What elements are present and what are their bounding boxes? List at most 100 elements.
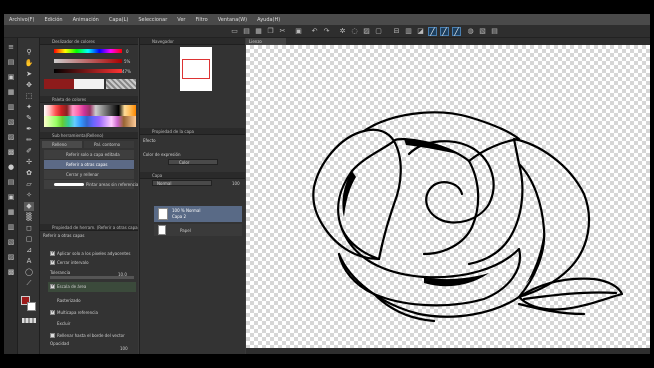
canvas-tab[interactable]: Lienzo — [246, 38, 286, 45]
checkbox-adjacent[interactable] — [50, 250, 55, 256]
property-icon[interactable]: ▩ — [6, 148, 16, 157]
info-icon[interactable]: ▧ — [6, 118, 16, 127]
decoration-icon[interactable]: ✿ — [24, 169, 34, 178]
ruler-tool-icon[interactable]: ⊿ — [24, 246, 34, 255]
current-color-box[interactable] — [44, 79, 74, 89]
snap-icon[interactable]: ⊟ — [392, 27, 401, 36]
checkbox-multilayer[interactable] — [50, 309, 55, 315]
sub-color-swatch[interactable] — [27, 302, 36, 311]
expression-color-select[interactable]: Color — [168, 159, 218, 165]
tab-outline[interactable]: Pal. contorno — [84, 141, 134, 148]
paint-icon[interactable]: ▧ — [478, 27, 487, 36]
checkbox-fill-vector[interactable] — [50, 333, 55, 338]
sub-tool-item[interactable]: Referir solo a capa editada — [44, 150, 134, 159]
rotate-icon[interactable]: ◌ — [350, 27, 359, 36]
eraser-icon[interactable]: ▱ — [24, 180, 34, 189]
search-layer-icon[interactable]: ▣ — [6, 193, 16, 202]
menu-edit[interactable]: Edición — [39, 17, 67, 23]
sub-view-icon[interactable]: ▩ — [6, 268, 16, 277]
history-icon[interactable]: ▨ — [6, 133, 16, 142]
blend-icon[interactable]: ✧ — [24, 191, 34, 200]
quick-access-icon[interactable]: ▤ — [6, 178, 16, 187]
navigator-view-frame[interactable] — [182, 59, 210, 79]
airbrush-icon[interactable]: ✢ — [24, 158, 34, 167]
color-swatches-row2[interactable] — [44, 116, 136, 127]
color-history-icon[interactable]: ▨ — [6, 253, 16, 262]
correct-line-icon[interactable]: ⟋ — [24, 279, 34, 288]
timeline-icon[interactable]: ▥ — [6, 223, 16, 232]
menu-view[interactable]: Ver — [172, 17, 190, 23]
eyedropper-icon[interactable]: ✎ — [24, 114, 34, 123]
undo-icon[interactable]: ↶ — [310, 27, 319, 36]
operation-icon[interactable]: ➤ — [24, 70, 34, 79]
menu-filter[interactable]: Filtro — [190, 17, 212, 23]
balloon-icon[interactable]: ◯ — [24, 268, 34, 277]
move-layer-icon[interactable]: ✥ — [24, 81, 34, 90]
label-close-gap: Cerrar intervalo — [57, 260, 89, 265]
fill-icon[interactable]: ◆ — [24, 202, 34, 211]
pen-icon[interactable]: ✒ — [24, 125, 34, 134]
menu-select[interactable]: Seleccionar — [133, 17, 172, 23]
value-slider[interactable] — [54, 69, 122, 73]
open-icon[interactable]: ▤ — [242, 27, 251, 36]
hand-icon[interactable]: ✋ — [24, 59, 34, 68]
sub-tool-item[interactable]: Cerrar y rellenar — [44, 170, 134, 179]
tool-bar: ⚲ ✋ ➤ ✥ ⬚ ✦ ✎ ✒ ✏ ✐ ✢ ✿ ▱ ✧ ◆ ▒ ◻ ▢ ⊿ A … — [18, 38, 40, 354]
checkbox-area-scaling[interactable] — [50, 283, 55, 289]
ruler-icon[interactable]: ◪ — [416, 27, 425, 36]
clear-icon[interactable]: ▢ — [374, 27, 383, 36]
brush-icon[interactable]: ✐ — [24, 147, 34, 156]
sub-color-box[interactable] — [74, 79, 104, 89]
figure-icon[interactable]: ◻ — [24, 224, 34, 233]
navigator-icon[interactable]: ▣ — [6, 73, 16, 82]
tolerance-slider[interactable] — [50, 276, 134, 279]
animation-icon[interactable]: ▦ — [6, 208, 16, 217]
copy-icon[interactable]: ❐ — [266, 27, 275, 36]
gradient-icon[interactable]: ▒ — [24, 213, 34, 222]
sub-tool-item[interactable]: Pintar areas sin referencia — [44, 180, 138, 189]
snap-ruler-icon[interactable]: ╱ — [428, 27, 437, 36]
zoom-icon[interactable]: ⚲ — [24, 48, 34, 57]
menu-file[interactable]: Archivo(F) — [4, 17, 39, 23]
layer-icon[interactable]: ▤ — [6, 58, 16, 67]
settings-icon[interactable]: ✲ — [338, 27, 347, 36]
new-canvas-icon[interactable]: ▭ — [230, 27, 239, 36]
menu-layer[interactable]: Capa(L) — [104, 17, 133, 23]
selection-icon[interactable]: ⬚ — [24, 92, 34, 101]
paste-icon[interactable]: ▣ — [294, 27, 303, 36]
transparent-color-box[interactable] — [106, 79, 136, 89]
tab-fill[interactable]: Relleno — [42, 141, 82, 148]
navigator-preview[interactable] — [180, 47, 212, 91]
menu-help[interactable]: Ayuda(H) — [252, 17, 285, 23]
checkbox-close-gap[interactable] — [50, 259, 55, 265]
menu-animation[interactable]: Animación — [68, 17, 104, 23]
fit-icon[interactable]: ▨ — [362, 27, 371, 36]
layer-row[interactable]: Papel — [154, 224, 242, 236]
item-bank-icon[interactable]: ▧ — [6, 238, 16, 247]
palette-icon[interactable]: ▦ — [6, 88, 16, 97]
color-icon[interactable]: ◍ — [466, 27, 475, 36]
save-icon[interactable]: ▦ — [254, 27, 263, 36]
hue-slider[interactable] — [54, 49, 122, 53]
auto-select-icon[interactable]: ✦ — [24, 103, 34, 112]
brush-size-icon[interactable]: ● — [6, 163, 16, 172]
redo-icon[interactable]: ↷ — [322, 27, 331, 36]
snap-special-ruler-icon[interactable]: ╱ — [440, 27, 449, 36]
transparent-swatch[interactable] — [22, 318, 36, 323]
grid-icon[interactable]: ▥ — [404, 27, 413, 36]
blend-mode-select[interactable]: Normal — [152, 180, 212, 186]
material-icon[interactable]: ▥ — [6, 103, 16, 112]
pencil-icon[interactable]: ✏ — [24, 136, 34, 145]
menu-icon[interactable]: ≡ — [6, 43, 16, 52]
saturation-slider[interactable] — [54, 59, 122, 63]
transform-icon[interactable]: ▤ — [490, 27, 499, 36]
layer-row-selected[interactable]: 100 % Normal Capa 2 — [154, 206, 242, 222]
label-multilayer: Multicapa referencia — [57, 310, 98, 315]
menu-window[interactable]: Ventana(W) — [213, 17, 252, 23]
frame-icon[interactable]: ▢ — [24, 235, 34, 244]
tool-property-header: Propiedad de herram. (Referir a otras ca… — [40, 224, 138, 231]
snap-grid-icon[interactable]: ╱ — [452, 27, 461, 36]
cut-icon[interactable]: ✂ — [278, 27, 287, 36]
sub-tool-item-selected[interactable]: Referir a otras capas — [44, 160, 134, 169]
text-icon[interactable]: A — [24, 257, 34, 266]
